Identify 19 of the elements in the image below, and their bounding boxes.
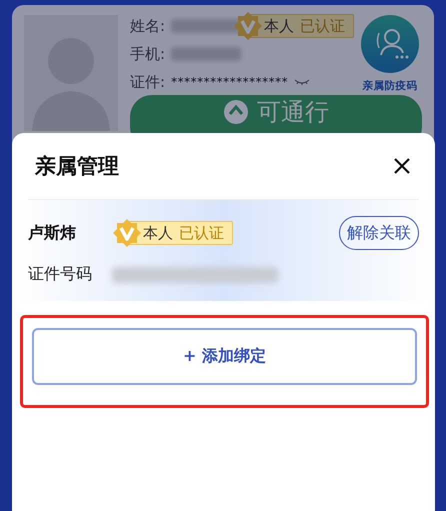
masked-value: ******************: [171, 75, 288, 89]
field-label: 证件:: [130, 72, 166, 92]
field-label: 姓名:: [130, 16, 166, 36]
badge-role: 本人: [143, 224, 173, 242]
id-label: 证件号码: [28, 264, 93, 285]
add-binding-button[interactable]: + 添加绑定: [32, 328, 417, 385]
family-people-icon[interactable]: [361, 15, 419, 73]
badge-role: 本人: [264, 16, 294, 36]
badge-status: 已认证: [179, 224, 224, 242]
shortcut-label[interactable]: 亲属防疫码: [362, 79, 418, 93]
eye-closed-icon[interactable]: [294, 78, 310, 86]
member-name: 卢斯炜: [28, 222, 77, 244]
dialog-title: 亲属管理: [35, 153, 119, 180]
pass-icon: [223, 99, 249, 125]
field-label: 手机:: [130, 44, 166, 64]
close-icon: [393, 157, 411, 175]
unlink-button[interactable]: 解除关联: [339, 216, 419, 250]
badge-status: 已认证: [300, 16, 346, 36]
redacted-value: [171, 47, 242, 61]
